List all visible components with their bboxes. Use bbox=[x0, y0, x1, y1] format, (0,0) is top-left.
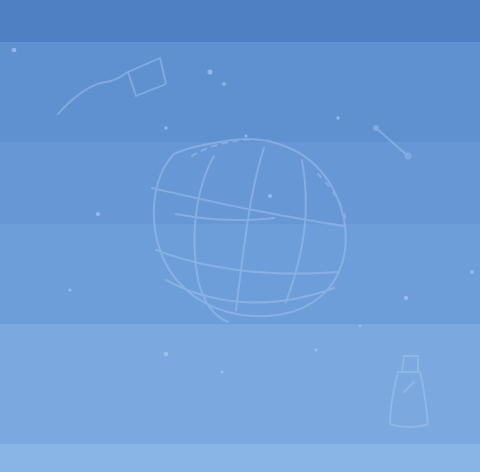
background-band-1 bbox=[0, 0, 480, 42]
background-band-2 bbox=[0, 42, 480, 142]
background-band-5 bbox=[0, 324, 480, 444]
background-band-4 bbox=[0, 224, 480, 324]
loading-screen bbox=[0, 0, 480, 472]
background-band-6 bbox=[0, 444, 480, 472]
background-band-3 bbox=[0, 142, 480, 224]
